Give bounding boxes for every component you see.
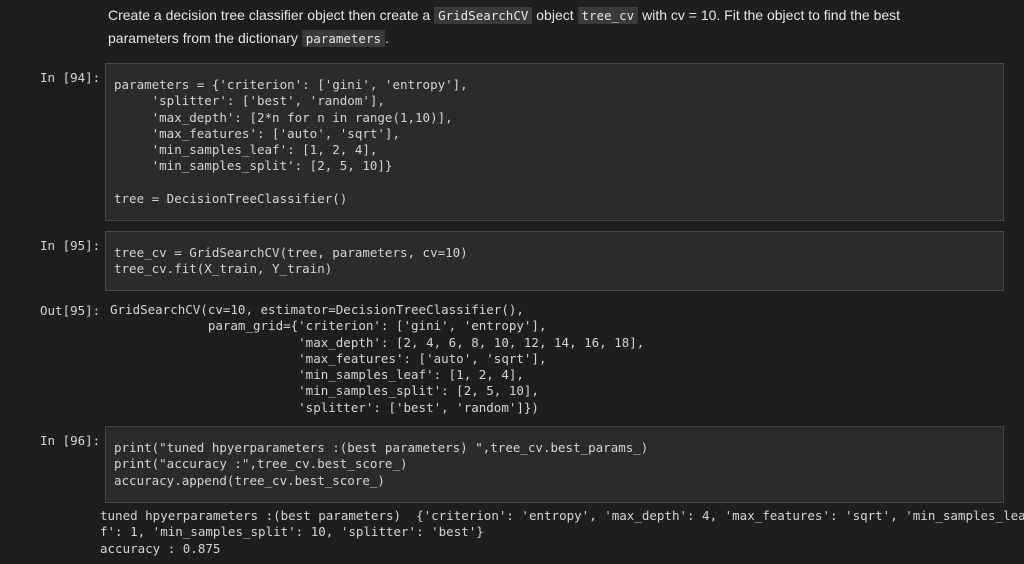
code-line: accuracy.append(tree_cv.best_score_)	[114, 472, 385, 488]
code-cell-96-source[interactable]: print("tuned hpyerparameters :(best para…	[114, 440, 648, 489]
cell-output-95: GridSearchCV(cv=10, estimator=DecisionTr…	[110, 302, 644, 416]
output-line: accuracy : 0.875	[100, 540, 221, 556]
output-line: f': 1, 'min_samples_split': 10, 'splitte…	[100, 524, 484, 540]
code-cell-95-source[interactable]: tree_cv = GridSearchCV(tree, parameters,…	[114, 245, 468, 278]
cell-output-96: tuned hpyerparameters :(best parameters)…	[100, 508, 1024, 557]
code-line: print("accuracy :",tree_cv.best_score_)	[114, 456, 408, 472]
code-line: parameters = {'criterion': ['gini', 'ent…	[114, 77, 468, 92]
markdown-text-1: Create a decision tree classifier object…	[108, 7, 435, 23]
code-line: 'max_features': ['auto', 'sqrt'],	[114, 125, 400, 141]
markdown-text-4: .	[385, 30, 389, 46]
output-line: 'max_features': ['auto', 'sqrt'],	[110, 350, 547, 366]
cell-prompt-95: In [95]:	[40, 238, 101, 253]
code-line: tree = DecisionTreeClassifier()	[114, 191, 348, 207]
output-line: tuned hpyerparameters :(best parameters)…	[100, 508, 1024, 523]
output-line: 'min_samples_leaf': [1, 2, 4],	[110, 367, 524, 383]
code-line: 'splitter': ['best', 'random'],	[114, 93, 385, 109]
inline-code-parameters: parameters	[301, 30, 386, 47]
code-cell-94-source[interactable]: parameters = {'criterion': ['gini', 'ent…	[114, 77, 468, 207]
code-line: 'min_samples_leaf': [1, 2, 4],	[114, 142, 378, 158]
markdown-instruction: Create a decision tree classifier object…	[108, 4, 968, 50]
inline-code-gridsearchcv: GridSearchCV	[434, 7, 533, 24]
code-line: 'max_depth': [2*n for n in range(1,10)],	[114, 109, 453, 125]
inline-code-tree-cv: tree_cv	[577, 7, 639, 24]
code-line: tree_cv.fit(X_train, Y_train)	[114, 261, 333, 277]
code-line: print("tuned hpyerparameters :(best para…	[114, 440, 649, 455]
cell-prompt-94: In [94]:	[40, 70, 101, 85]
output-line: param_grid={'criterion': ['gini', 'entro…	[110, 318, 547, 334]
out-prompt-95: Out[95]:	[40, 303, 101, 318]
output-line: 'min_samples_split': [2, 5, 10],	[110, 383, 539, 399]
markdown-text-2: object	[532, 7, 578, 23]
code-line: 'min_samples_split': [2, 5, 10]}	[114, 158, 393, 174]
cell-prompt-96: In [96]:	[40, 433, 101, 448]
code-line: tree_cv = GridSearchCV(tree, parameters,…	[114, 245, 468, 260]
output-line: 'splitter': ['best', 'random']})	[110, 399, 539, 415]
output-line: 'max_depth': [2, 4, 6, 8, 10, 12, 14, 16…	[110, 334, 645, 350]
output-line: GridSearchCV(cv=10, estimator=DecisionTr…	[110, 302, 524, 317]
